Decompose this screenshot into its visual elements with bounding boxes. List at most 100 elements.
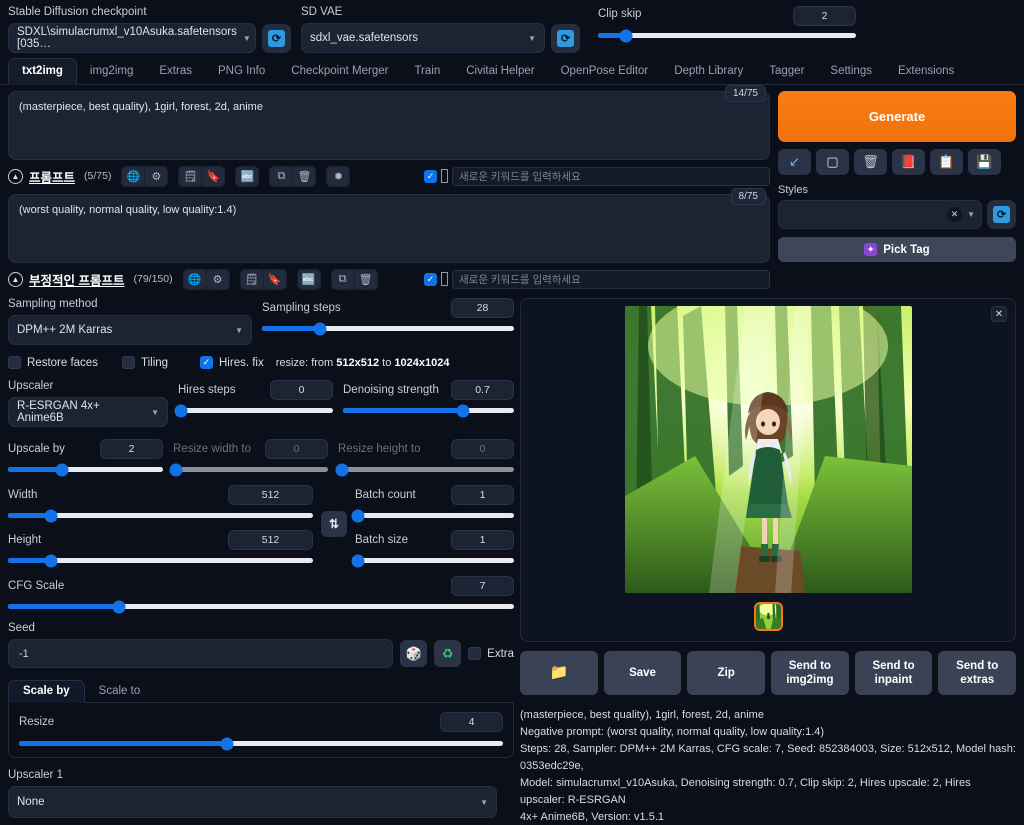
batch-count-slider[interactable] (351, 509, 514, 522)
resize-value[interactable]: 4 (440, 712, 503, 732)
bookmark-icon[interactable]: 🔖 (263, 269, 286, 289)
sampling-steps-value[interactable]: 28 (451, 298, 514, 318)
swap-dimensions-icon[interactable]: ⇅ (321, 511, 347, 537)
close-icon[interactable]: ✕ (991, 306, 1007, 322)
negative-prompt-input[interactable]: (worst quality, normal quality, low qual… (8, 194, 770, 263)
tiling-checkbox[interactable] (122, 356, 135, 369)
resize-height-value[interactable]: 0 (451, 439, 514, 459)
copy-icon[interactable]: ⧉ (270, 166, 293, 186)
tab-extensions[interactable]: Extensions (885, 59, 967, 84)
new-keyword-input[interactable]: 새로운 키워드를 입력하세요 (452, 166, 770, 186)
dice-icon[interactable]: 🎲 (400, 640, 428, 667)
styles-select[interactable]: ✕ ▼ (778, 200, 982, 229)
tab-scale-by[interactable]: Scale by (8, 680, 85, 703)
cfg-scale-slider[interactable] (8, 600, 514, 613)
tab-train[interactable]: Train (401, 59, 453, 84)
refresh-styles-button[interactable]: ⟳ (987, 200, 1016, 229)
globe-icon[interactable]: 🌐 (183, 269, 206, 289)
trash-bin-icon[interactable]: 🗑 (854, 149, 887, 175)
upscaler1-select[interactable]: None ▼ (8, 786, 497, 818)
file-list-icon[interactable]: 🗒 (240, 269, 263, 289)
translate-icon[interactable]: 🔤 (236, 166, 259, 186)
extra-checkbox-row[interactable]: Extra (468, 647, 514, 660)
save-card-icon[interactable]: 💾 (968, 149, 1001, 175)
openai-icon[interactable]: ✹ (327, 166, 350, 186)
tab-checkpoint-merger[interactable]: Checkpoint Merger (278, 59, 401, 84)
generate-button[interactable]: Generate (778, 91, 1016, 142)
batch-size-slider[interactable] (351, 554, 514, 567)
translate-icon[interactable]: 🔤 (297, 269, 320, 289)
restore-faces-checkbox-row[interactable]: Restore faces (8, 356, 122, 369)
open-folder-button[interactable]: 📁 (520, 651, 598, 695)
vae-select[interactable]: sdxl_vae.safetensors ▼ (301, 23, 545, 53)
tab-openpose-editor[interactable]: OpenPose Editor (548, 59, 662, 84)
tab-depth-library[interactable]: Depth Library (661, 59, 756, 84)
zip-button[interactable]: Zip (687, 651, 766, 695)
tab-png-info[interactable]: PNG Info (205, 59, 278, 84)
trash-icon[interactable]: 🗑 (354, 269, 377, 289)
generated-image[interactable] (624, 306, 912, 593)
close-circle-icon[interactable]: ✕ (947, 207, 963, 222)
arrow-diagonal-icon[interactable]: ↙ (778, 149, 811, 175)
height-slider[interactable] (8, 554, 313, 567)
resize-width-slider[interactable] (169, 463, 328, 476)
send-to-img2img-button[interactable]: Send to img2img (771, 651, 849, 695)
clipboard-square-icon[interactable]: ▢ (816, 149, 849, 175)
tab-civitai-helper[interactable]: Civitai Helper (453, 59, 547, 84)
batch-count-value[interactable]: 1 (451, 485, 514, 505)
restore-faces-checkbox[interactable] (8, 356, 21, 369)
tiling-checkbox-row[interactable]: Tiling (122, 356, 200, 369)
send-to-extras-button[interactable]: Send to extras (938, 651, 1017, 695)
gear-icon[interactable]: ⚙ (206, 269, 229, 289)
checkpoint-select[interactable]: SDXL\simulacrumxl_v10Asuka.safetensors [… (8, 23, 256, 53)
resize-slider[interactable] (19, 737, 503, 750)
extra-checkbox[interactable] (468, 647, 482, 660)
denoising-strength-slider[interactable] (343, 404, 514, 417)
batch-size-value[interactable]: 1 (451, 530, 514, 550)
recycle-icon[interactable]: ♻ (434, 640, 462, 667)
image-thumbnail[interactable] (753, 602, 783, 631)
globe-icon[interactable]: 🌐 (122, 166, 145, 186)
resize-width-value[interactable]: 0 (265, 439, 328, 459)
pick-tag-button[interactable]: ✦ Pick Tag (778, 237, 1016, 262)
copy-icon[interactable]: ⧉ (331, 269, 354, 289)
clipboard-note-icon[interactable]: 📋 (930, 149, 963, 175)
clip-skip-slider[interactable] (598, 29, 856, 42)
upscaler-select[interactable]: R-ESRGAN 4x+ Anime6B ▼ (8, 397, 168, 427)
tab-img2img[interactable]: img2img (77, 59, 146, 84)
bookmark-icon[interactable]: 🔖 (202, 166, 225, 186)
width-slider[interactable] (8, 509, 313, 522)
hires-fix-checkbox[interactable]: ✓ (200, 356, 213, 369)
upscale-by-slider[interactable] (8, 463, 163, 476)
width-value[interactable]: 512 (228, 485, 313, 505)
chevron-up-icon[interactable]: ▲ (8, 168, 23, 184)
cfg-scale-value[interactable]: 7 (451, 576, 514, 596)
tab-tagger[interactable]: Tagger (756, 59, 817, 84)
hires-fix-checkbox-row[interactable]: ✓ Hires. fix (200, 356, 264, 369)
prompt-input[interactable]: (masterpiece, best quality), 1girl, fore… (8, 91, 770, 160)
height-value[interactable]: 512 (228, 530, 313, 550)
file-list-icon[interactable]: 🗒 (179, 166, 202, 186)
tab-txt2img[interactable]: txt2img (8, 58, 77, 85)
keyword-enable-checkbox[interactable]: ✓ (424, 169, 437, 183)
trash-icon[interactable]: 🗑 (293, 166, 316, 186)
clip-skip-value[interactable]: 2 (793, 6, 856, 26)
denoising-strength-value[interactable]: 0.7 (451, 380, 514, 400)
send-to-inpaint-button[interactable]: Send to inpaint (854, 651, 933, 695)
negative-new-keyword-input[interactable]: 새로운 키워드를 입력하세요 (452, 269, 770, 289)
resize-height-slider[interactable] (335, 463, 514, 476)
tab-scale-to[interactable]: Scale to (85, 681, 155, 702)
book-pink-icon[interactable]: 📕 (892, 149, 925, 175)
upscale-by-value[interactable]: 2 (100, 439, 163, 459)
chevron-up-icon[interactable]: ▲ (8, 271, 23, 287)
tab-settings[interactable]: Settings (817, 59, 885, 84)
seed-input[interactable]: -1 (8, 639, 394, 668)
refresh-checkpoint-button[interactable]: ⟳ (262, 23, 291, 53)
hires-steps-value[interactable]: 0 (270, 380, 333, 400)
hires-steps-slider[interactable] (174, 404, 333, 417)
tab-extras[interactable]: Extras (146, 59, 205, 84)
sampling-method-select[interactable]: DPM++ 2M Karras ▼ (8, 315, 252, 345)
negative-keyword-enable-checkbox[interactable]: ✓ (424, 272, 437, 286)
save-button[interactable]: Save (603, 651, 682, 695)
sampling-steps-slider[interactable] (262, 322, 514, 335)
